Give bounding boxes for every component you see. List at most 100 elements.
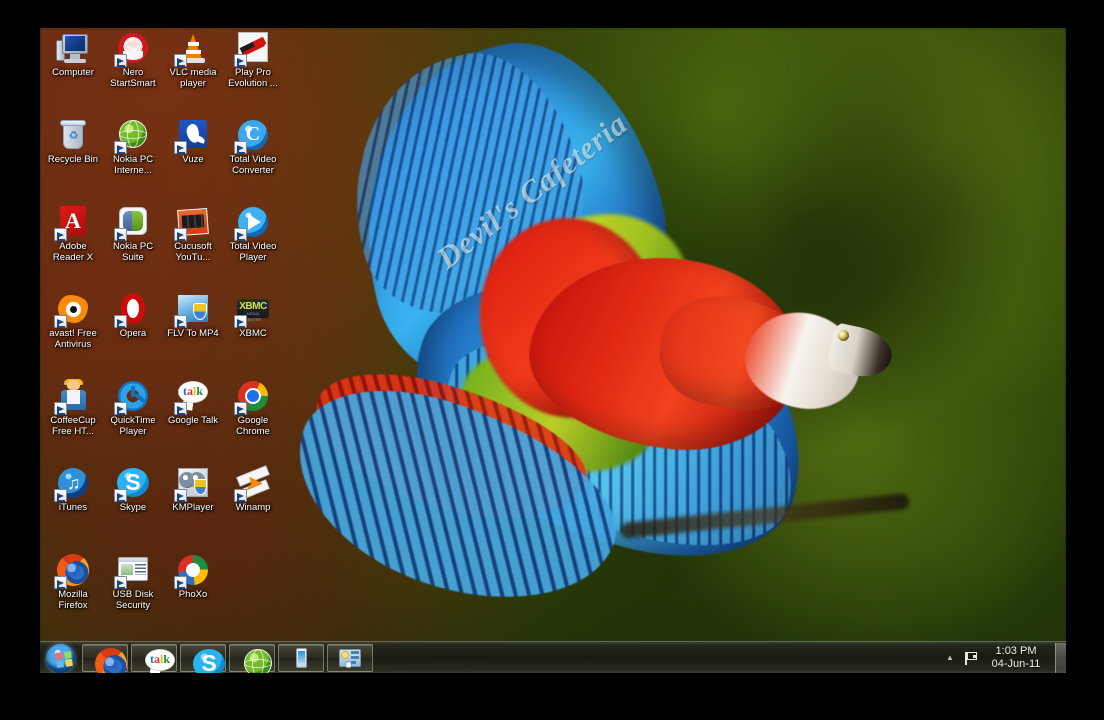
desktop-icon[interactable]: QuickTime Player — [104, 378, 162, 437]
desktop-icon[interactable]: Opera — [104, 291, 162, 340]
shortcut-overlay-icon — [54, 315, 67, 328]
mobile-phone-icon — [289, 646, 313, 670]
shortcut-overlay-icon — [174, 315, 187, 328]
google-talk-icon: talk — [174, 378, 211, 415]
desktop-icon[interactable]: talk Google Talk — [164, 378, 222, 427]
desktop-icon-label: Vuze — [182, 154, 204, 165]
desktop-icon[interactable]: Google Chrome — [224, 378, 282, 437]
action-center-flag-icon[interactable] — [959, 642, 981, 674]
shortcut-overlay-icon — [234, 489, 247, 502]
shortcut-overlay-icon — [54, 576, 67, 589]
desktop-icon[interactable]: FLV To MP4 — [164, 291, 222, 340]
taskbar[interactable]: talk S ▲ 1:03 PM 04-Jun-11 — [40, 641, 1066, 673]
mozilla-firefox-icon — [54, 552, 91, 589]
shortcut-overlay-icon — [114, 489, 127, 502]
desktop-icon[interactable]: USB Disk Security — [104, 552, 162, 611]
google-talk-icon: talk — [142, 646, 175, 673]
windows-start-orb-icon — [46, 643, 75, 673]
taskbar-button-nokia-pc-internet[interactable] — [229, 643, 275, 673]
desktop-icon-label: VLC media player — [169, 67, 217, 89]
shortcut-overlay-icon — [174, 228, 187, 241]
desktop-icon-label: KMPlayer — [172, 502, 214, 513]
clock-date: 04-Jun-11 — [991, 657, 1041, 670]
desktop-icon-label: Nero StartSmart — [110, 67, 156, 89]
shortcut-overlay-icon — [174, 54, 187, 67]
opera-icon — [114, 291, 151, 328]
taskbar-button-skype[interactable]: S — [180, 643, 226, 673]
desktop-icon-label: CoffeeCup Free HT... — [50, 415, 96, 437]
desktop-icon-label: iTunes — [58, 502, 88, 513]
desktop-icon-label: FLV To MP4 — [167, 328, 219, 339]
desktop-icon[interactable]: Total Video Player — [224, 204, 282, 263]
desktop-icon-label: QuickTime Player — [110, 415, 156, 437]
shortcut-overlay-icon — [54, 228, 67, 241]
desktop-icon-label: Nokia PC Suite — [112, 241, 154, 263]
shortcut-overlay-icon — [114, 54, 127, 67]
desktop-icon[interactable]: ♫ iTunes — [44, 465, 102, 514]
shortcut-overlay-icon — [114, 576, 127, 589]
desktop-icon[interactable]: Nokia PC Interne... — [104, 117, 162, 176]
flv-to-mp4-icon — [174, 291, 211, 328]
taskbar-button-nokia-pc-suite[interactable] — [327, 643, 373, 672]
desktop-icon[interactable]: Cucusoft YouTu... — [164, 204, 222, 263]
desktop-icon[interactable]: PhoXo — [164, 552, 222, 601]
shortcut-overlay-icon — [114, 228, 127, 241]
desktop-icon-label: Recycle Bin — [47, 154, 99, 165]
desktop[interactable]: Devil's Cafeteria Computer Nero StartSmar… — [40, 28, 1066, 673]
google-chrome-icon — [234, 378, 271, 415]
desktop-icon[interactable]: CoffeeCup Free HT... — [44, 378, 102, 437]
show-desktop-button[interactable] — [1055, 642, 1066, 673]
vuze-icon — [174, 117, 211, 154]
nokia-pc-internet-icon — [240, 646, 272, 673]
shortcut-overlay-icon — [234, 141, 247, 154]
desktop-icon[interactable]: avast! Free Antivirus — [44, 291, 102, 350]
nokia-pc-suite-icon — [114, 204, 151, 241]
shortcut-overlay-icon — [174, 402, 187, 415]
desktop-icon[interactable]: Computer — [44, 30, 102, 79]
shortcut-overlay-icon — [234, 54, 247, 67]
desktop-icon[interactable]: XBMC MEDIA CENTER XBMC — [224, 291, 282, 340]
show-hidden-icons-button[interactable]: ▲ — [941, 642, 959, 674]
winamp-icon: ➤ — [234, 465, 271, 502]
desktop-icon[interactable]: A Adobe Reader X — [44, 204, 102, 263]
desktop-icon[interactable]: Nero StartSmart — [104, 30, 162, 89]
desktop-icon[interactable]: S Skype — [104, 465, 162, 514]
desktop-icon-label: PhoXo — [178, 589, 208, 600]
desktop-icon[interactable]: Vuze — [164, 117, 222, 166]
shortcut-overlay-icon — [174, 576, 187, 589]
xbmc-icon: XBMC MEDIA CENTER — [234, 291, 271, 328]
desktop-icon-label: Nokia PC Interne... — [112, 154, 154, 176]
avast-antivirus-icon — [54, 291, 91, 328]
desktop-icon-label: Opera — [119, 328, 147, 339]
desktop-icon[interactable]: Mozilla Firefox — [44, 552, 102, 611]
macaw-illustration — [270, 28, 911, 635]
vlc-media-player-icon — [174, 30, 211, 67]
desktop-icon-label: avast! Free Antivirus — [49, 328, 97, 350]
quicktime-player-icon — [114, 378, 151, 415]
taskbar-button-phone[interactable] — [278, 643, 324, 672]
desktop-icon-label: Adobe Reader X — [52, 241, 94, 263]
desktop-icon[interactable]: VLC media player — [164, 30, 222, 89]
shortcut-overlay-icon — [114, 141, 127, 154]
desktop-icon[interactable]: ➤ Winamp — [224, 465, 282, 514]
desktop-icon[interactable]: ♻ Recycle Bin — [44, 117, 102, 166]
desktop-icon[interactable]: C Total Video Converter — [224, 117, 282, 176]
taskbar-button-google-talk[interactable]: talk — [131, 643, 177, 673]
screenshot-frame: Devil's Cafeteria Computer Nero StartSmar… — [0, 0, 1104, 720]
play-pro-evolution-icon — [234, 30, 271, 67]
desktop-icon[interactable]: KMPlayer — [164, 465, 222, 514]
taskbar-clock[interactable]: 1:03 PM 04-Jun-11 — [981, 645, 1051, 671]
start-button[interactable] — [43, 643, 79, 673]
taskbar-button-firefox[interactable] — [82, 643, 128, 673]
nokia-pc-suite-icon — [338, 646, 362, 670]
shortcut-overlay-icon — [234, 315, 247, 328]
desktop-icon-label: XBMC — [239, 328, 267, 339]
itunes-icon: ♫ — [54, 465, 91, 502]
clock-time: 1:03 PM — [995, 644, 1037, 657]
desktop-icon[interactable]: Play Pro Evolution ... — [224, 30, 282, 89]
desktop-icon-label: USB Disk Security — [112, 589, 154, 611]
kmplayer-icon — [174, 465, 211, 502]
adobe-reader-icon: A — [54, 204, 91, 241]
desktop-icon[interactable]: Nokia PC Suite — [104, 204, 162, 263]
desktop-icon-label: Computer — [52, 67, 94, 78]
